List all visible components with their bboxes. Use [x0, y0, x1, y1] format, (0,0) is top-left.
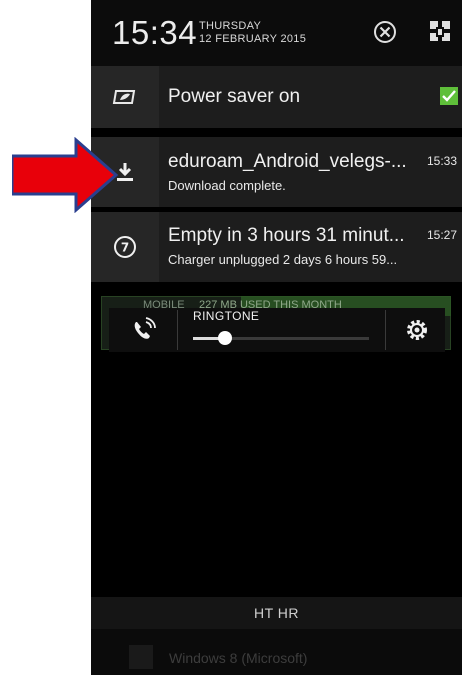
background-app-label: Windows 8 (Microsoft) — [169, 650, 308, 666]
svg-text:7: 7 — [121, 241, 129, 255]
divider — [385, 310, 386, 350]
ringtone-label: RINGTONE — [193, 309, 260, 323]
carrier-bar: HT HR — [91, 597, 462, 629]
notification-shade: 15:34 THURSDAY 12 FEBRUARY 2015 Power sa… — [91, 0, 462, 675]
notification-title: Empty in 3 hours 31 minut... — [168, 225, 405, 246]
background-app-strip: Windows 8 (Microsoft) — [91, 629, 462, 675]
notification-subtitle: Download complete. — [168, 178, 286, 193]
notification-power-saver[interactable]: Power saver on — [91, 66, 462, 128]
notification-title: eduroam_Android_velegs-... — [168, 151, 407, 172]
slider-thumb[interactable] — [217, 331, 232, 345]
windows-logo-icon — [129, 645, 153, 669]
battery-leaf-icon — [112, 90, 136, 104]
ringtone-volume-panel — [109, 308, 445, 352]
power-saver-checkbox[interactable] — [440, 87, 458, 105]
ringtone-volume-slider[interactable] — [193, 331, 369, 345]
annotation-arrow-icon — [12, 137, 119, 213]
ringtone-phone-icon[interactable] — [129, 316, 157, 344]
divider — [177, 310, 178, 350]
battery-7-icon: 7 — [114, 236, 136, 258]
carrier-label: HT HR — [253, 605, 300, 621]
notification-download[interactable]: eduroam_Android_velegs-... Download comp… — [91, 137, 462, 207]
clock: 15:34 — [112, 14, 198, 51]
clear-all-icon[interactable] — [373, 20, 397, 44]
notification-time: 15:33 — [427, 154, 458, 168]
notification-subtitle: Charger unplugged 2 days 6 hours 59... — [168, 252, 398, 267]
notification-icon-box — [91, 66, 159, 128]
day-label: THURSDAY — [199, 20, 262, 32]
notification-title: Power saver on — [168, 86, 301, 107]
status-header: 15:34 THURSDAY 12 FEBRUARY 2015 — [91, 0, 462, 66]
date-label: 12 FEBRUARY 2015 — [199, 33, 307, 45]
notification-icon-box: 7 — [91, 212, 159, 282]
date-block: THURSDAY 12 FEBRUARY 2015 — [199, 20, 306, 46]
notification-battery[interactable]: 7 Empty in 3 hours 31 minut... Charger u… — [91, 212, 462, 282]
notification-time: 15:27 — [427, 228, 458, 242]
checkmark-icon — [442, 90, 456, 102]
quick-settings-icon[interactable] — [429, 20, 451, 44]
gear-icon[interactable] — [405, 318, 429, 342]
